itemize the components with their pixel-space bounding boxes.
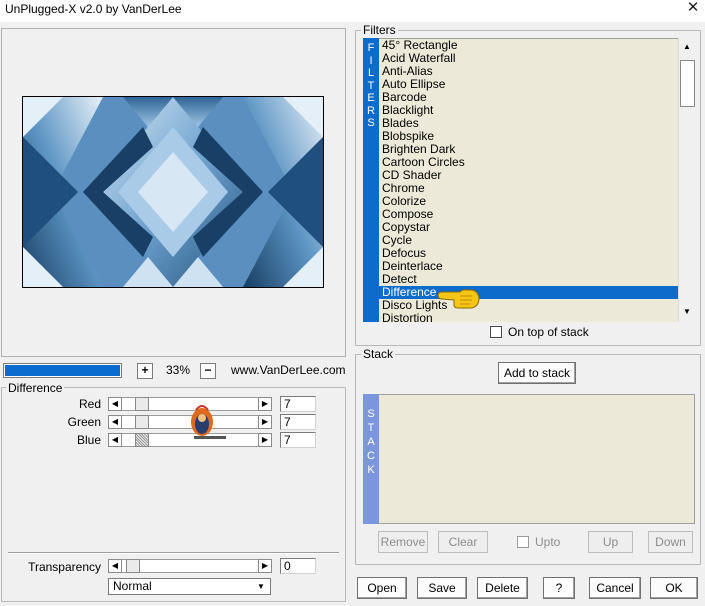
progress-fill <box>5 365 120 376</box>
filter-item[interactable]: Copystar <box>379 221 678 234</box>
zoom-level: 33% <box>160 363 196 379</box>
zoom-out-button[interactable]: − <box>200 363 216 379</box>
red-value-field[interactable]: 7 <box>280 396 316 412</box>
strip-letter: I <box>369 54 373 67</box>
decorative-logo <box>182 404 228 444</box>
up-button[interactable]: Up <box>588 531 633 553</box>
delete-button[interactable]: Delete <box>477 577 528 599</box>
help-button[interactable]: ? <box>543 577 575 599</box>
strip-letter: S <box>367 408 375 420</box>
strip-letter: T <box>367 422 375 434</box>
scroll-down-icon[interactable]: ▼ <box>679 304 695 320</box>
add-to-stack-button[interactable]: Add to stack <box>498 362 576 384</box>
filter-item[interactable]: Blacklight <box>379 104 678 117</box>
stack-group-label: Stack <box>361 347 396 361</box>
stack-strip: STACK <box>363 394 379 524</box>
green-value-field[interactable]: 7 <box>280 414 316 430</box>
green-slider-thumb[interactable] <box>135 415 149 429</box>
scrollbar-thumb[interactable] <box>680 60 695 107</box>
stack-strip-letters: STACK <box>363 394 379 477</box>
filters-strip: FILTERS <box>363 38 379 322</box>
blend-mode-select[interactable]: Normal <box>108 578 271 595</box>
blue-increase-button[interactable]: ▶ <box>258 433 272 447</box>
zoom-in-button[interactable]: + <box>137 363 153 379</box>
transparency-value-field[interactable]: 0 <box>280 558 316 574</box>
scroll-up-icon[interactable]: ▲ <box>679 39 695 55</box>
on-top-of-stack-checkbox[interactable] <box>490 326 502 338</box>
filters-group-label: Filters <box>361 23 398 37</box>
strip-letter: C <box>367 450 375 462</box>
transparency-label: Transparency <box>28 560 101 574</box>
cancel-button[interactable]: Cancel <box>589 577 641 599</box>
green-label: Green <box>67 415 101 429</box>
blue-slider-thumb[interactable] <box>135 433 149 447</box>
chevron-down-icon[interactable]: ▼ <box>253 579 269 594</box>
red-slider-thumb[interactable] <box>135 397 149 411</box>
red-decrease-button[interactable]: ◀ <box>108 397 122 411</box>
transparency-slider-thumb[interactable] <box>126 559 140 573</box>
strip-letter: F <box>367 42 375 54</box>
blue-decrease-button[interactable]: ◀ <box>108 433 122 447</box>
title-bar: UnPlugged-X v2.0 by VanDerLee ✕ <box>0 0 705 22</box>
strip-letter: L <box>367 67 375 79</box>
filter-item[interactable]: Deinterlace <box>379 260 678 273</box>
down-button[interactable]: Down <box>648 531 693 553</box>
strip-letter: S <box>367 117 375 129</box>
filters-strip-letters: FILTERS <box>363 38 379 130</box>
params-divider <box>8 552 339 554</box>
strip-letter: K <box>367 464 375 476</box>
red-label: Red <box>78 397 101 411</box>
pointing-hand-icon <box>436 286 482 312</box>
blue-label: Blue <box>76 433 101 447</box>
close-icon[interactable]: ✕ <box>682 0 704 18</box>
website-label: www.VanDerLee.com <box>231 363 346 377</box>
save-button[interactable]: Save <box>417 577 467 599</box>
strip-letter: A <box>367 436 375 448</box>
clear-button[interactable]: Clear <box>438 531 488 553</box>
upto-checkbox[interactable] <box>517 536 529 548</box>
strip-letter: E <box>367 92 375 104</box>
green-decrease-button[interactable]: ◀ <box>108 415 122 429</box>
progress-bar <box>3 363 122 378</box>
stack-list[interactable] <box>379 394 695 524</box>
transparency-decrease-button[interactable]: ◀ <box>108 559 122 573</box>
transparency-increase-button[interactable]: ▶ <box>258 559 272 573</box>
filter-item[interactable]: Distortion <box>379 312 678 323</box>
on-top-of-stack-label: On top of stack <box>508 325 589 339</box>
transparency-slider-track[interactable] <box>122 559 258 573</box>
filters-scrollbar[interactable]: ▲ ▼ <box>678 38 695 322</box>
strip-letter: R <box>367 104 375 117</box>
remove-button[interactable]: Remove <box>378 531 428 553</box>
red-increase-button[interactable]: ▶ <box>258 397 272 411</box>
strip-letter: T <box>367 79 375 92</box>
upto-label: Upto <box>535 535 561 549</box>
ok-button[interactable]: OK <box>650 577 698 599</box>
blue-value-field[interactable]: 7 <box>280 432 316 448</box>
open-button[interactable]: Open <box>357 577 407 599</box>
window-title: UnPlugged-X v2.0 by VanDerLee <box>5 2 182 16</box>
parameters-group-label: Difference <box>6 381 65 395</box>
filters-list[interactable]: 45° Rectangle Acid Waterfall Anti-Alias Aut… <box>379 38 678 322</box>
preview-image[interactable] <box>22 96 324 288</box>
green-increase-button[interactable]: ▶ <box>258 415 272 429</box>
